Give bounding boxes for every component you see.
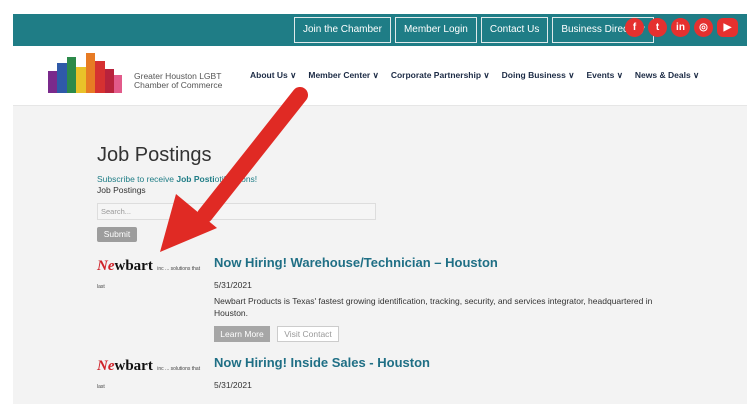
subscribe-prefix: Subscribe to receive [97, 174, 177, 184]
nav-about-us[interactable]: About Us ∨ [250, 70, 296, 81]
site-header: Greater Houston LGBT Chamber of Commerce… [13, 46, 747, 106]
social-icons: f t in ◎ ▶ [625, 18, 742, 37]
submit-button[interactable]: Submit [97, 227, 137, 242]
subscribe-suffix: otifications! [214, 174, 258, 184]
newbart-logo[interactable]: Newbart inc ... solutions that last [97, 257, 202, 290]
job-postings-link[interactable]: Job Posti [176, 174, 214, 184]
logo-wbart: wbart [114, 358, 153, 374]
logo-wbart: wbart [114, 258, 153, 274]
instagram-icon[interactable]: ◎ [694, 18, 713, 37]
join-chamber-link[interactable]: Join the Chamber [294, 17, 391, 43]
main-nav: About Us ∨ Member Center ∨ Corporate Par… [250, 70, 711, 81]
linkedin-icon[interactable]: in [671, 18, 690, 37]
nav-news-deals[interactable]: News & Deals ∨ [635, 70, 699, 81]
page-title: Job Postings [97, 144, 212, 166]
contact-us-link[interactable]: Contact Us [480, 17, 549, 43]
breadcrumb: Job Postings [97, 185, 146, 195]
job-title-link[interactable]: Now Hiring! Warehouse/Technician – Houst… [214, 255, 498, 270]
subscribe-line: Subscribe to receive Job Postiotificatio… [97, 174, 257, 184]
learn-more-button[interactable]: Learn More [214, 326, 270, 342]
job-date: 5/31/2021 [214, 280, 252, 290]
top-nav: Join the Chamber Member Login Contact Us… [294, 17, 658, 43]
member-login-link[interactable]: Member Login [394, 17, 477, 43]
twitter-icon[interactable]: t [648, 18, 667, 37]
org-name: Greater Houston LGBT Chamber of Commerce [134, 72, 222, 90]
org-name-line2: Chamber of Commerce [134, 80, 223, 90]
job-title-link[interactable]: Now Hiring! Inside Sales - Houston [214, 355, 430, 370]
facebook-icon[interactable]: f [625, 18, 644, 37]
nav-member-center[interactable]: Member Center ∨ [308, 70, 378, 81]
newbart-logo[interactable]: Newbart inc ... solutions that last [97, 357, 202, 390]
job-date: 5/31/2021 [214, 380, 252, 390]
top-bar: Join the Chamber Member Login Contact Us… [13, 14, 747, 46]
job-description: Newbart Products is Texas' fastest growi… [214, 296, 653, 318]
chamber-logo[interactable] [48, 53, 128, 93]
nav-doing-business[interactable]: Doing Business ∨ [502, 70, 575, 81]
screenshot-frame: Join the Chamber Member Login Contact Us… [0, 0, 747, 404]
nav-corporate-partnership[interactable]: Corporate Partnership ∨ [391, 70, 490, 81]
logo-ne: Ne [97, 358, 115, 374]
search-input[interactable]: Search... [97, 203, 376, 220]
visit-contact-button[interactable]: Visit Contact [277, 326, 339, 342]
main-content: Job Postings Subscribe to receive Job Po… [13, 106, 747, 404]
logo-ne: Ne [97, 258, 115, 274]
youtube-icon[interactable]: ▶ [717, 18, 738, 37]
nav-events[interactable]: Events ∨ [586, 70, 622, 81]
